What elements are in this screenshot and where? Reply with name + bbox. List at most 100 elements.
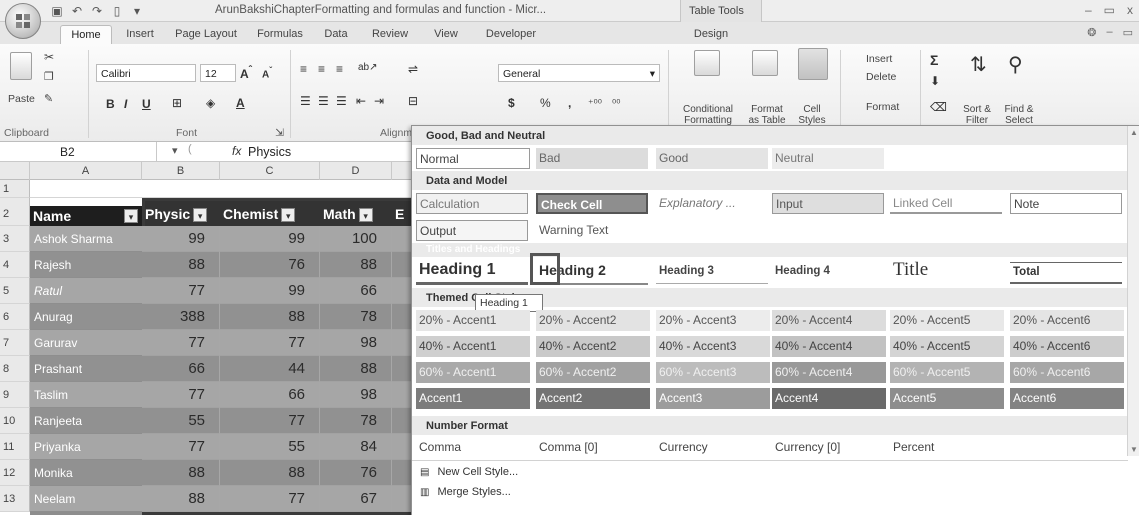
sort-filter-button[interactable]: Sort & Filter [958, 104, 996, 126]
style-60-accent3[interactable]: 60% - Accent3 [656, 362, 770, 383]
align-right-icon[interactable]: ☰ [336, 94, 347, 108]
help-icon[interactable]: ❂ [1087, 26, 1096, 39]
table-cell[interactable]: 77 [142, 278, 220, 304]
table-cell[interactable]: 88 [220, 304, 320, 330]
table-cell[interactable]: 84 [320, 434, 392, 460]
style-60-accent6[interactable]: 60% - Accent6 [1010, 362, 1124, 383]
font-dialog-launcher-icon[interactable]: ⇲ [275, 128, 284, 139]
style-good[interactable]: Good [656, 148, 768, 169]
insert-function-icon[interactable]: fx [232, 144, 241, 158]
borders-icon[interactable]: ⊞ [172, 96, 182, 110]
style-60-accent5[interactable]: 60% - Accent5 [890, 362, 1004, 383]
top-align-icon[interactable]: ≡ [300, 62, 307, 76]
style-60-accent2[interactable]: 60% - Accent2 [536, 362, 650, 383]
row-header[interactable]: 12 [0, 460, 30, 486]
style-normal[interactable]: Normal [416, 148, 530, 169]
table-cell[interactable]: 99 [142, 226, 220, 252]
table-cell[interactable]: 88 [320, 252, 392, 278]
font-name-box[interactable]: Calibri [96, 64, 196, 82]
row-header[interactable]: 13 [0, 486, 30, 512]
fill-color-icon[interactable]: ◈ [206, 96, 215, 110]
decrease-decimal-icon[interactable]: ⁰⁰ [612, 99, 620, 110]
delete-cells-button[interactable]: Delete [866, 72, 896, 83]
table-cell[interactable]: 55 [220, 434, 320, 460]
filter-dropdown-icon[interactable]: ▾ [124, 209, 138, 223]
row-header[interactable]: 11 [0, 434, 30, 460]
table-row-name[interactable]: Taslim [30, 382, 142, 408]
row-header[interactable]: 10 [0, 408, 30, 434]
conditional-formatting-icon[interactable] [694, 50, 720, 76]
orientation-icon[interactable]: ab↗ [358, 62, 378, 73]
style-60-accent4[interactable]: 60% - Accent4 [772, 362, 886, 383]
style-20-accent6[interactable]: 20% - Accent6 [1010, 310, 1124, 331]
column-header-c[interactable]: C [220, 162, 320, 180]
new-document-icon[interactable]: ▯ [110, 4, 124, 18]
tab-data[interactable]: Data [316, 25, 356, 44]
insert-cells-button[interactable]: Insert [866, 54, 892, 65]
column-header-b[interactable]: B [142, 162, 220, 180]
italic-icon[interactable]: I [124, 97, 127, 111]
currency-button[interactable]: $ [508, 96, 515, 110]
office-button[interactable] [5, 3, 41, 39]
table-cell[interactable]: 88 [220, 460, 320, 486]
cut-icon[interactable]: ✂ [44, 51, 54, 63]
tab-design[interactable]: Design [686, 25, 736, 44]
style-40-accent1[interactable]: 40% - Accent1 [416, 336, 530, 357]
tab-developer[interactable]: Developer [476, 25, 546, 44]
style-60-accent1[interactable]: 60% - Accent1 [416, 362, 530, 383]
sort-filter-icon[interactable]: ⇅ [970, 52, 987, 77]
table-cell[interactable]: 77 [142, 382, 220, 408]
wrap-text-icon[interactable]: ⇌ [408, 62, 418, 76]
align-center-icon[interactable]: ☰ [318, 94, 329, 108]
style-heading-1[interactable]: Heading 1 [416, 259, 528, 285]
table-cell[interactable]: 66 [142, 356, 220, 382]
tab-review[interactable]: Review [364, 25, 416, 44]
column-header-a[interactable]: A [30, 162, 142, 180]
scroll-up-icon[interactable]: ▲ [1130, 128, 1138, 137]
table-cell[interactable]: 78 [320, 408, 392, 434]
style-40-accent5[interactable]: 40% - Accent5 [890, 336, 1004, 357]
gallery-scrollbar[interactable]: ▲ ▼ [1127, 126, 1139, 456]
save-icon[interactable]: ▣ [50, 4, 64, 18]
table-row-name[interactable]: Ratul [30, 278, 142, 304]
formula-expand-icon[interactable]: ( [188, 143, 192, 155]
format-as-table-icon[interactable] [752, 50, 778, 76]
style-20-accent3[interactable]: 20% - Accent3 [656, 310, 770, 331]
style-currency-0[interactable]: Currency [0] [772, 437, 884, 458]
fill-icon[interactable]: ⬇ [930, 74, 940, 88]
grow-font-icon[interactable]: Aˆ [240, 65, 252, 81]
formula-input[interactable]: Physics [248, 145, 291, 159]
style-neutral[interactable]: Neutral [772, 148, 884, 169]
table-row-name[interactable]: Garurav [30, 330, 142, 356]
style-comma-0[interactable]: Comma [0] [536, 437, 648, 458]
row-header[interactable]: 8 [0, 356, 30, 382]
worksheet-grid[interactable]: A B C D Name ▾ Physic ▾ Chemist ▾ Math ▾ E 1… [0, 162, 420, 515]
table-cell[interactable]: 76 [220, 252, 320, 278]
close-button[interactable]: x [1127, 3, 1133, 17]
style-bad[interactable]: Bad [536, 148, 648, 169]
table-cell[interactable]: 77 [142, 434, 220, 460]
autosum-button[interactable]: Σ [930, 52, 938, 68]
font-size-box[interactable]: 12 [200, 64, 236, 82]
table-cell[interactable]: 77 [220, 330, 320, 356]
tab-formulas[interactable]: Formulas [250, 25, 310, 44]
table-row-name[interactable]: Monika [30, 460, 142, 486]
style-20-accent5[interactable]: 20% - Accent5 [890, 310, 1004, 331]
style-calculation[interactable]: Calculation [416, 193, 528, 214]
style-title[interactable]: Title [890, 256, 1002, 284]
row-header[interactable]: 4 [0, 252, 30, 278]
table-cell[interactable]: 99 [220, 226, 320, 252]
underline-icon[interactable]: U [142, 97, 151, 111]
table-cell[interactable]: 44 [220, 356, 320, 382]
style-currency[interactable]: Currency [656, 437, 768, 458]
redo-icon[interactable]: ↷ [90, 4, 104, 18]
table-cell[interactable]: 388 [142, 304, 220, 330]
workbook-minimize-icon[interactable]: – [1106, 26, 1112, 39]
row-header[interactable]: 6 [0, 304, 30, 330]
empty-row-1[interactable] [30, 180, 420, 198]
table-row-name[interactable]: Priyanka [30, 434, 142, 460]
table-row-name[interactable]: Ranjeeta [30, 408, 142, 434]
percent-button[interactable]: % [540, 96, 551, 110]
style-heading-3[interactable]: Heading 3 [656, 262, 768, 284]
table-header-name[interactable]: Name ▾ [30, 206, 142, 226]
